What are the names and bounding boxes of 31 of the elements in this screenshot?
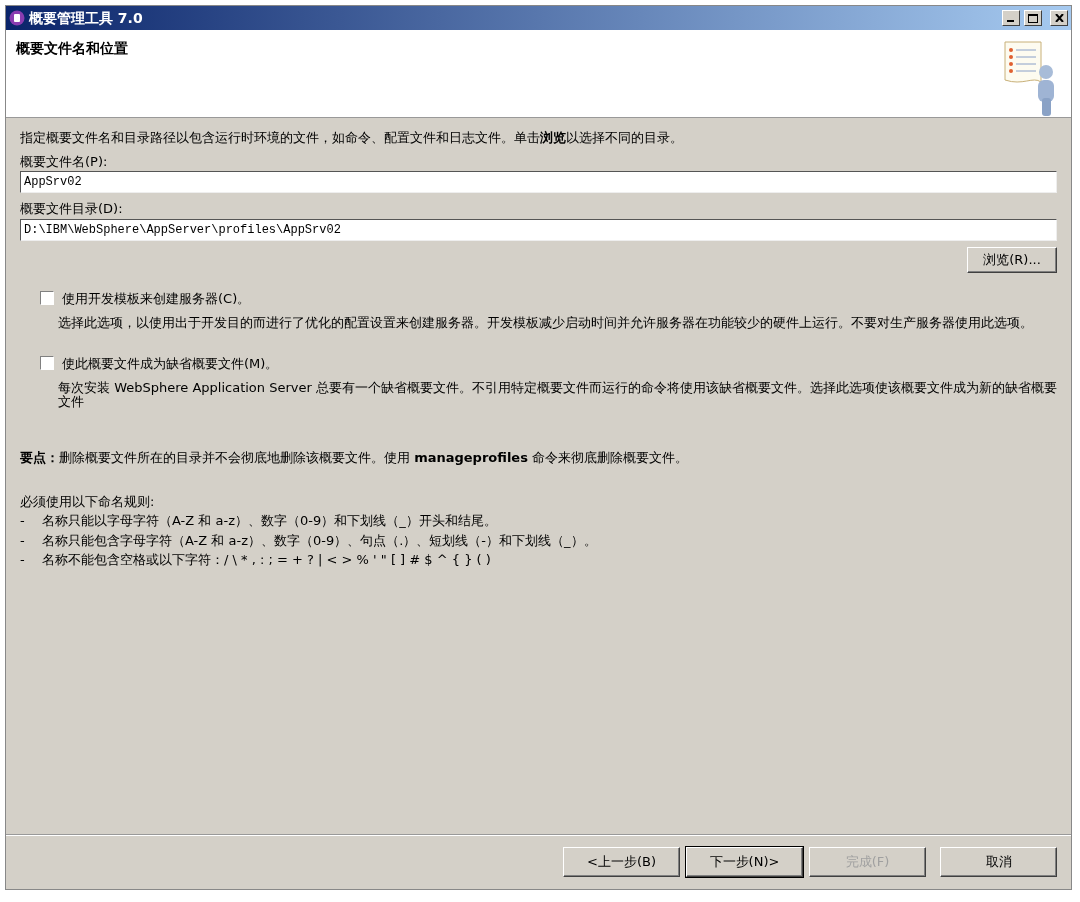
page-heading: 概要文件名和位置 <box>16 39 128 58</box>
checkbox-label[interactable]: 使此概要文件成为缺省概要文件(M)。 <box>62 353 279 374</box>
close-button[interactable] <box>1050 10 1068 26</box>
rule-text: 名称不能包含空格或以下字符：/ \ * , : ; = + ? | < > % ' " [ ] # $ ^ { } ( ) <box>42 551 491 570</box>
rule-text: 名称只能包含字母字符（A-Z 和 a-z）、数字（0-9）、句点（.）、短划线（-）和下划线（_）。 <box>42 531 597 550</box>
minimize-button[interactable] <box>1002 10 1020 26</box>
text-field[interactable]: D:\IBM\WebSphere\AppServer\profiles\AppSrv02 <box>20 218 1057 241</box>
maximize-button[interactable] <box>1024 10 1042 26</box>
window-title: 概要管理工具 7.0 <box>29 8 143 28</box>
list-dash: - <box>20 551 26 570</box>
field-label: 概要文件名(P): <box>20 152 109 171</box>
list-dash: - <box>20 512 26 531</box>
browse-button[interactable]: 浏览(R)... <box>967 246 1057 273</box>
next-button[interactable]: 下一步(N)> <box>686 847 803 877</box>
back-button[interactable]: <上一步(B) <box>563 847 680 877</box>
maximize-icon <box>1028 13 1038 23</box>
option-description: 选择此选项，以使用出于开发目的而进行了优化的配置设置来创建服务器。开发模板减少启动时间并允许服务器在功能较少的硬件上运行。不要对生产服务器使用此选项。 <box>57 316 1034 330</box>
app-icon <box>9 10 25 26</box>
cancel-button[interactable]: 取消 <box>940 847 1057 877</box>
checkbox[interactable] <box>40 291 54 306</box>
note-text: 要点：删除概要文件所在的目录并不会彻底地删除该概要文件。使用 manageprofiles 命令来彻底删除概要文件。 <box>20 449 690 468</box>
checkbox-label[interactable]: 使用开发模板来创建服务器(C)。 <box>62 288 251 308</box>
option-description: 每次安装 WebSphere Application Server 总要有一个缺省概要文件。不引用特定概要文件而运行的命令将使用该缺省概要文件。选择此选项使该概要文件成为新的缺省概要文件 <box>57 381 1057 409</box>
close-icon <box>1054 14 1064 22</box>
text-field[interactable]: AppSrv02 <box>20 171 1057 193</box>
field-label: 概要文件目录(D): <box>20 200 124 218</box>
checkbox[interactable] <box>40 356 54 371</box>
list-dash: - <box>20 531 26 550</box>
rule-text: 名称只能以字母字符（A-Z 和 a-z）、数字（0-9）和下划线（_）开头和结尾。 <box>42 512 497 531</box>
rules-heading: 必须使用以下命名规则: <box>20 492 156 511</box>
instruction-text: 指定概要文件名和目录路径以包含运行时环境的文件，如命令、配置文件和日志文件。单击浏览以选择不同的目录。 <box>20 129 684 147</box>
